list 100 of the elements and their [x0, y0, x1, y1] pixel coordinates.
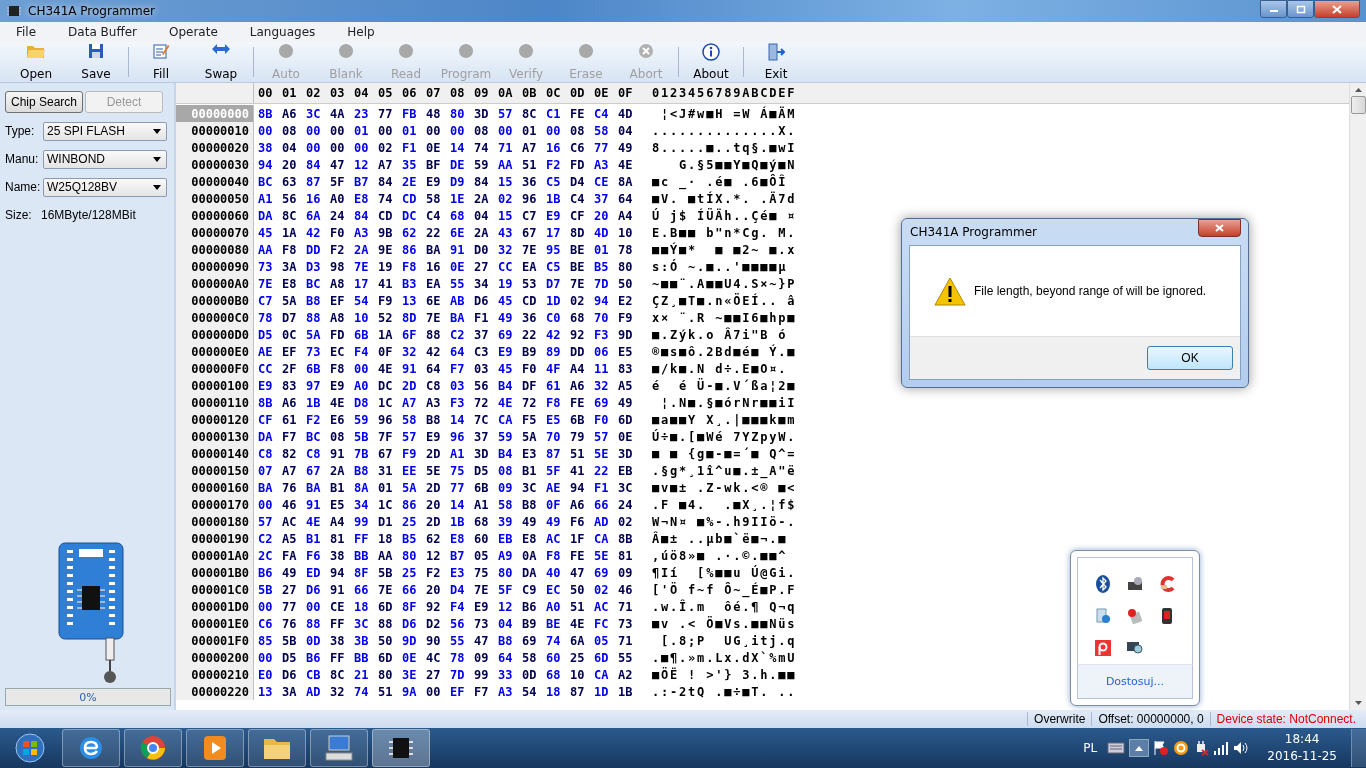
- hex-byte: 46: [282, 497, 298, 512]
- signal-bars-icon[interactable]: [1213, 741, 1230, 755]
- taskbar-app-button[interactable]: [372, 729, 430, 767]
- hex-byte: 7E: [474, 582, 490, 597]
- hex-byte: 55: [450, 633, 466, 648]
- taskbar-app-button[interactable]: [62, 729, 120, 767]
- ascii-text: x× ¨.R ~■■I6■hp■: [652, 310, 797, 325]
- menu-item[interactable]: File: [6, 25, 47, 39]
- column-header: 0B: [522, 86, 538, 100]
- magnifier-monitor-icon[interactable]: [1126, 640, 1144, 656]
- customize-link[interactable]: Dostosuj...: [1105, 675, 1165, 688]
- ascii-text: .w.Î.m ôé.¶ Q¬q: [652, 599, 797, 614]
- menu-item[interactable]: Data Buffer: [58, 25, 147, 39]
- taskbar-app-button[interactable]: [124, 729, 182, 767]
- hex-byte: 1C: [378, 395, 394, 410]
- hex-byte: 12: [354, 157, 370, 172]
- hex-byte: 80: [450, 106, 466, 121]
- hex-byte: BA: [306, 480, 322, 495]
- toolbar-button[interactable]: Save: [66, 43, 126, 81]
- hex-byte: CD: [522, 293, 538, 308]
- toolbar-button[interactable]: Open: [6, 43, 66, 81]
- scrollbar-thumb[interactable]: [1350, 96, 1366, 114]
- minimize-button[interactable]: [1260, 0, 1287, 18]
- hex-byte: 04: [498, 616, 514, 631]
- hex-byte: 58: [522, 650, 538, 665]
- c-brush-icon[interactable]: [1159, 576, 1175, 592]
- dropdown[interactable]: 25 SPI FLASH: [43, 121, 167, 141]
- clock[interactable]: 18:44 2016-11-25: [1267, 731, 1337, 765]
- hex-byte: CA: [498, 412, 514, 427]
- hex-byte: 6B: [570, 412, 586, 427]
- speaker-icon[interactable]: [1233, 741, 1250, 755]
- taskbar-app-button[interactable]: [310, 729, 368, 767]
- dropdown-arrow-icon: [153, 128, 161, 134]
- menu-item[interactable]: Help: [337, 25, 385, 39]
- hex-byte: 74: [378, 191, 394, 206]
- hex-byte: 99: [354, 514, 370, 529]
- scroll-up-arrow-icon[interactable]: [1354, 88, 1362, 92]
- hex-byte: 7F: [378, 429, 394, 444]
- sync-document-icon[interactable]: [1095, 608, 1111, 624]
- hex-byte: A3: [498, 684, 514, 699]
- panel-button[interactable]: Chip Search: [5, 91, 83, 113]
- hex-byte: 6D: [618, 412, 634, 427]
- dropdown[interactable]: W25Q128BV: [43, 177, 167, 197]
- keyboard-icon[interactable]: [1107, 742, 1126, 754]
- field-label: Type:: [5, 124, 36, 138]
- hex-byte: 66: [402, 582, 418, 597]
- hex-byte: 8C: [282, 208, 298, 223]
- hex-byte: 3C: [522, 480, 538, 495]
- dropdown[interactable]: WINBOND: [43, 149, 167, 169]
- hex-byte: 79: [570, 429, 586, 444]
- hex-byte: 60: [474, 531, 490, 546]
- maximize-button[interactable]: [1287, 0, 1314, 18]
- ring-icon[interactable]: [1173, 740, 1190, 756]
- hex-byte: F2: [426, 565, 442, 580]
- hex-byte: C9: [522, 582, 538, 597]
- hex-byte: 13: [402, 293, 418, 308]
- hex-byte: 10: [618, 225, 634, 240]
- row-offset: 00000080: [176, 241, 254, 258]
- language-indicator[interactable]: PL: [1083, 741, 1098, 755]
- show-hidden-icons-button[interactable]: [1129, 739, 1150, 757]
- hex-byte: F1: [402, 140, 418, 155]
- toolbar-button[interactable]: Fill: [131, 43, 191, 81]
- hex-byte: 13: [258, 684, 274, 699]
- hex-byte: 7E: [378, 582, 394, 597]
- close-button[interactable]: [1314, 0, 1360, 18]
- hex-byte: C6: [570, 140, 586, 155]
- hex-byte: D6: [474, 293, 490, 308]
- hex-byte: C4: [570, 191, 586, 206]
- p-logo-icon[interactable]: [1095, 640, 1111, 656]
- menu-item[interactable]: Operate: [159, 25, 228, 39]
- menu-item[interactable]: Languages: [239, 25, 326, 39]
- hex-byte: 83: [618, 361, 634, 376]
- flag-icon[interactable]: [1153, 740, 1170, 756]
- hex-byte: 74: [546, 633, 562, 648]
- hex-byte: 12: [426, 548, 442, 563]
- column-header: 06: [402, 86, 418, 100]
- hex-byte: 69: [594, 565, 610, 580]
- hex-byte: A8: [330, 276, 346, 291]
- ascii-text: ,úö8»■ .·.©.■■^: [652, 548, 789, 563]
- bluetooth-icon[interactable]: [1096, 575, 1110, 593]
- hex-byte: 90: [426, 633, 442, 648]
- drive-icon[interactable]: [1127, 576, 1143, 592]
- hex-byte: 00: [306, 123, 322, 138]
- close-button[interactable]: [1198, 219, 1241, 237]
- toolbar-button[interactable]: Swap: [191, 43, 251, 81]
- phone-icon[interactable]: [1161, 607, 1173, 625]
- hex-byte: 10: [354, 310, 370, 325]
- ok-button[interactable]: OK: [1147, 346, 1233, 370]
- scroll-down-arrow-icon[interactable]: [1354, 701, 1362, 705]
- toolbar-button[interactable]: About: [681, 43, 741, 81]
- disconnected-device-icon[interactable]: [1127, 608, 1143, 624]
- hex-byte: EC: [330, 344, 346, 359]
- hex-byte: 59: [474, 157, 490, 172]
- hex-byte: DD: [570, 344, 586, 359]
- taskbar-app-button[interactable]: [186, 729, 244, 767]
- toolbar-button[interactable]: Exit: [746, 43, 806, 81]
- ascii-text: .F ■4. .■X¸.¦f$: [652, 497, 797, 512]
- hex-byte: D8: [354, 395, 370, 410]
- hex-byte: B8: [354, 463, 370, 478]
- scrollbar[interactable]: [1349, 83, 1366, 710]
